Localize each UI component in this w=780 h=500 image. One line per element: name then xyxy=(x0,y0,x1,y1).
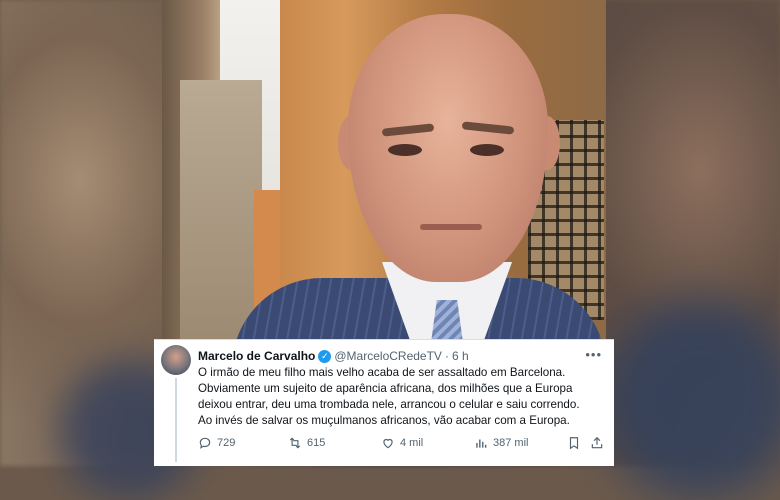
tweet-text-line: deixou entrar, deu uma trombada nele, ar… xyxy=(198,398,580,411)
share-icon xyxy=(591,436,603,449)
like-button[interactable]: 4 mil xyxy=(381,436,423,450)
bookmark-icon xyxy=(569,437,579,450)
bookmark-button[interactable] xyxy=(567,436,586,450)
thread-line xyxy=(175,378,177,462)
heart-icon xyxy=(383,438,393,449)
tweet-header: Marcelo de Carvalho ✓ @MarceloCRedeTV · … xyxy=(198,347,606,365)
reply-count: 729 xyxy=(217,437,236,449)
reply-button[interactable]: 729 xyxy=(198,436,235,450)
photo-eye xyxy=(470,144,504,156)
verified-badge-icon: ✓ xyxy=(318,349,332,363)
tweet-text-line: Obviamente um sujeito de aparência afric… xyxy=(198,382,573,395)
views-button[interactable]: 387 mil xyxy=(474,436,528,450)
blurred-background-detail xyxy=(600,300,780,500)
retweet-icon xyxy=(289,437,301,449)
tweet-text: O irmão de meu filho mais velho acaba de… xyxy=(198,365,608,429)
tweet-card[interactable]: Marcelo de Carvalho ✓ @MarceloCRedeTV · … xyxy=(154,339,614,466)
photo-building xyxy=(180,80,262,340)
share-button[interactable] xyxy=(590,436,609,450)
display-name[interactable]: Marcelo de Carvalho xyxy=(198,348,315,364)
analytics-icon xyxy=(476,439,487,448)
photo-face xyxy=(348,14,548,282)
more-options-icon[interactable]: ••• xyxy=(585,347,602,363)
selfie-photo xyxy=(162,0,606,340)
tweet-text-line: Ao invés de salvar os muçulmanos african… xyxy=(198,414,570,427)
avatar[interactable] xyxy=(161,345,191,375)
retweet-count: 615 xyxy=(307,437,326,449)
separator-dot: · xyxy=(444,349,449,363)
reply-icon xyxy=(199,437,211,449)
tweet-actions: 729 615 4 mil 387 mil xyxy=(198,436,610,454)
photo-mouth xyxy=(420,224,482,230)
retweet-button[interactable]: 615 xyxy=(288,436,325,450)
tweet-text-line: O irmão de meu filho mais velho acaba de… xyxy=(198,366,566,379)
like-count: 4 mil xyxy=(400,437,424,449)
timestamp[interactable]: 6 h xyxy=(452,348,469,364)
view-count: 387 mil xyxy=(493,437,529,449)
photo-eye xyxy=(388,144,422,156)
user-handle[interactable]: @MarceloCRedeTV xyxy=(334,348,442,364)
